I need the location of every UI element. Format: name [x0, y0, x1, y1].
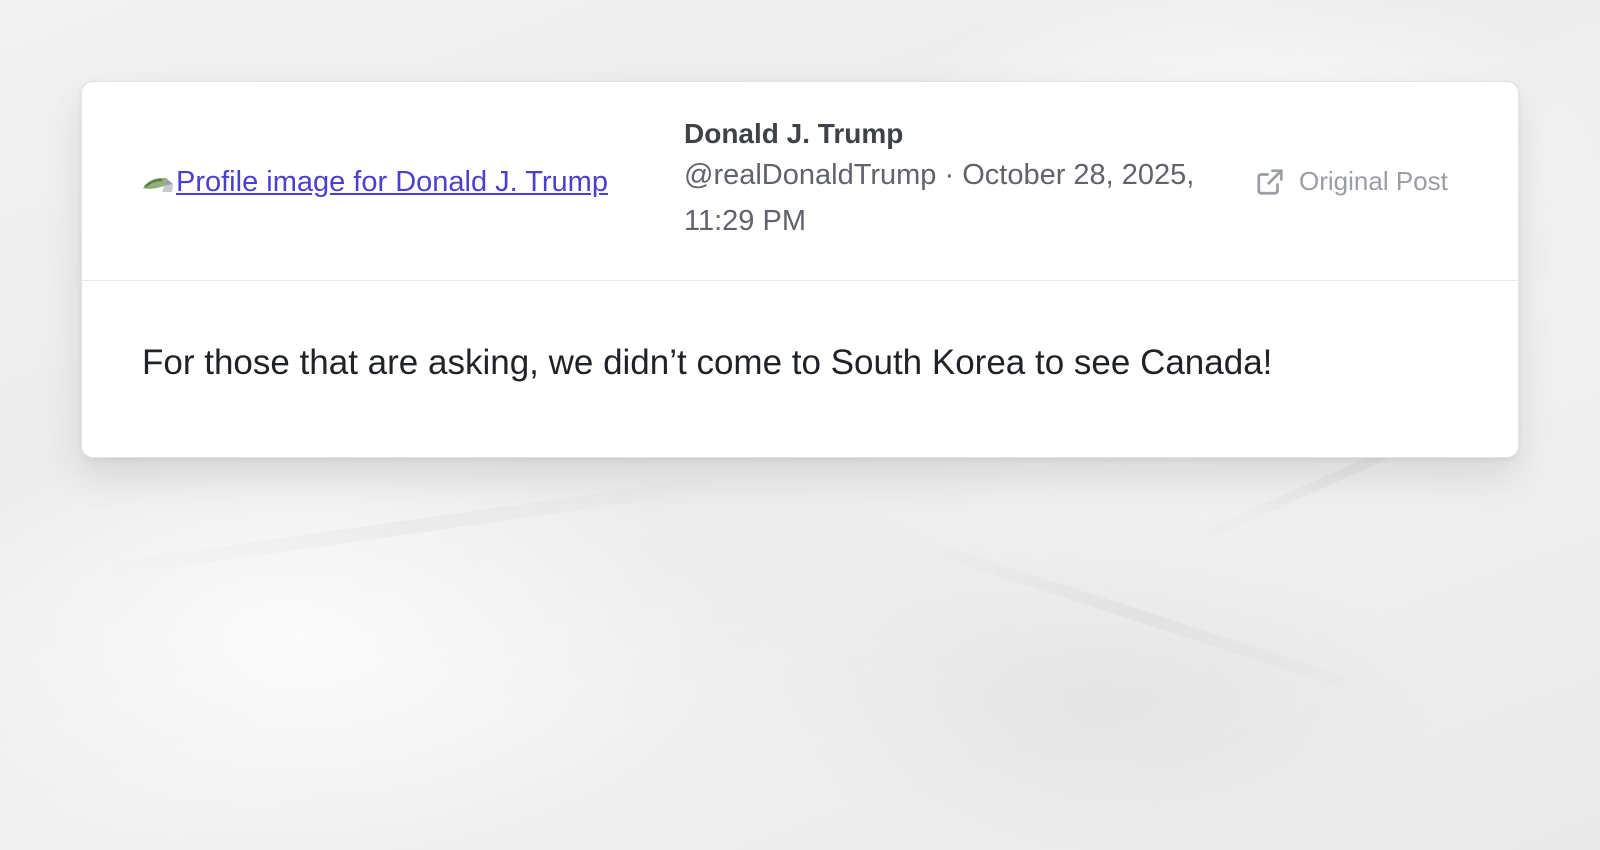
post-body: For those that are asking, we didn’t com…	[82, 281, 1518, 457]
post-date: October 28, 2025,	[962, 159, 1195, 191]
profile-image-alt-text: Profile image for Donald J. Trump	[176, 165, 608, 198]
original-post-label: Original Post	[1299, 166, 1448, 196]
post-card: Profile image for Donald J. Trump Donald…	[81, 81, 1519, 458]
post-header: Profile image for Donald J. Trump Donald…	[82, 82, 1518, 281]
original-post-link[interactable]: Original Post	[1255, 166, 1448, 197]
post-time: 11:29 PM	[684, 205, 806, 237]
author-name: Donald J. Trump	[684, 118, 904, 149]
author-handle: @realDonaldTrump	[684, 159, 937, 191]
paper-background-crease	[890, 529, 1390, 703]
post-meta: @realDonaldTrump · October 28, 2025, 11:…	[684, 152, 1244, 244]
broken-image-icon	[142, 171, 174, 193]
paper-background-crease	[92, 475, 728, 579]
external-link-icon	[1257, 168, 1283, 195]
author-block: Donald J. Trump @realDonaldTrump · Octob…	[684, 116, 1244, 244]
meta-separator: ·	[944, 159, 955, 191]
profile-image-link[interactable]: Profile image for Donald J. Trump	[142, 165, 656, 199]
post-text: For those that are asking, we didn’t com…	[142, 343, 1273, 382]
